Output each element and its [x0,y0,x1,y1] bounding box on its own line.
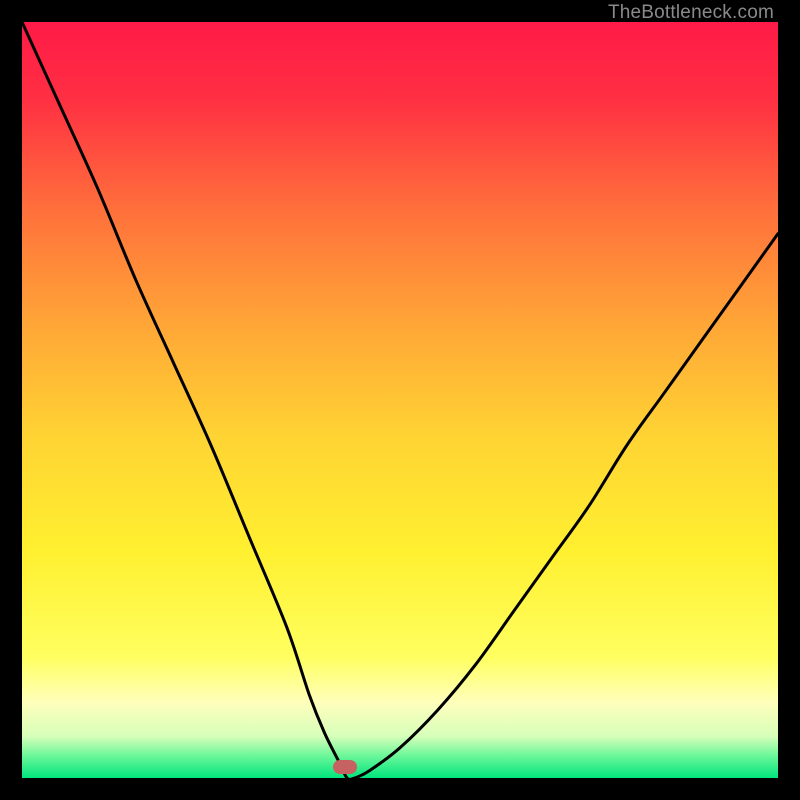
frame: TheBottleneck.com [0,0,800,800]
optimal-marker [333,760,357,774]
bottleneck-curve [22,22,778,778]
watermark-text: TheBottleneck.com [608,2,774,24]
plot-area [22,22,778,778]
